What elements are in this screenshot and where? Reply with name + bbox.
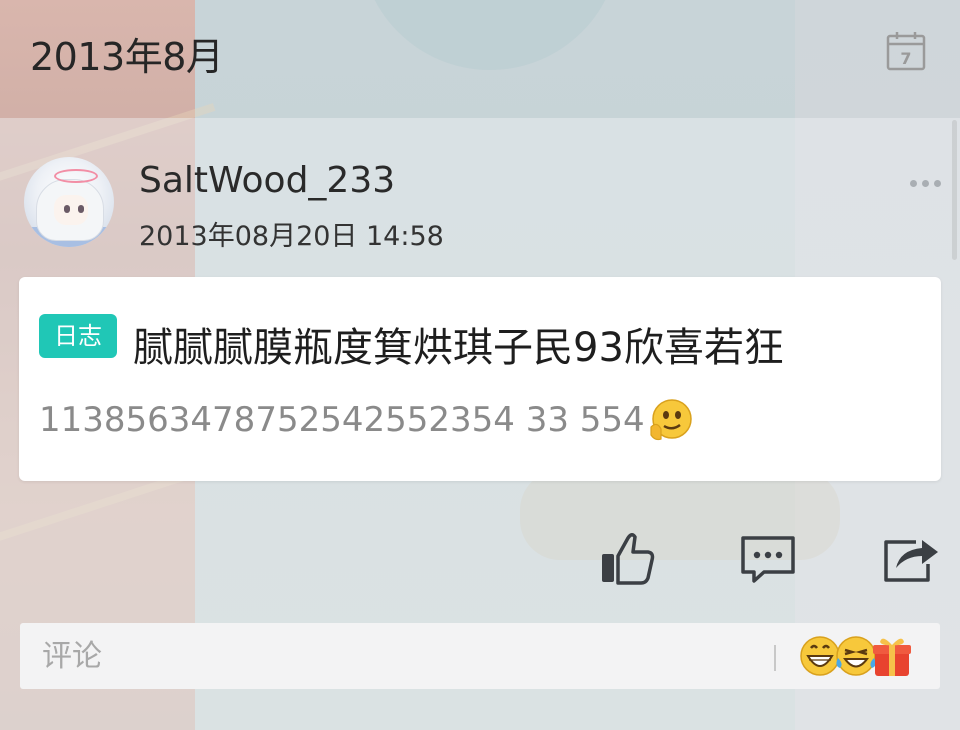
comment-input[interactable] (42, 635, 742, 677)
post-timestamp: 2013年08月20日 14:58 (139, 221, 444, 252)
post-type-tag: 日志 (39, 314, 117, 358)
post-body: 1138563478752542552354 33 554 (39, 397, 693, 443)
thinking-emoji-icon (647, 397, 693, 443)
month-title: 2013年8月 (30, 35, 224, 79)
avatar[interactable] (24, 157, 114, 247)
calendar-icon[interactable]: 7 (886, 31, 926, 71)
scrollbar[interactable] (952, 120, 957, 260)
month-header: 2013年8月 7 (0, 0, 960, 112)
laughing-tears-emoji-icon[interactable] (834, 632, 876, 680)
username[interactable]: SaltWood_233 (139, 160, 395, 201)
share-icon[interactable] (880, 528, 940, 588)
quick-emoji-row (798, 632, 911, 680)
gift-emoji-icon[interactable] (870, 632, 911, 680)
comment-bar (20, 623, 940, 689)
comment-divider (774, 645, 776, 671)
more-dots-icon[interactable] (906, 178, 946, 190)
comment-icon[interactable] (738, 528, 798, 588)
post-card[interactable]: 日志 腻腻腻膜瓶度箕烘琪子民93欣喜若狂 1138563478752542552… (19, 277, 941, 481)
thumbs-up-icon[interactable] (598, 528, 658, 588)
post-title: 腻腻腻膜瓶度箕烘琪子民93欣喜若狂 (133, 325, 784, 371)
calendar-day: 7 (900, 49, 911, 68)
grinning-emoji-icon[interactable] (798, 632, 840, 680)
post-actions (0, 528, 960, 588)
post-body-text: 1138563478752542552354 33 554 (39, 400, 645, 440)
